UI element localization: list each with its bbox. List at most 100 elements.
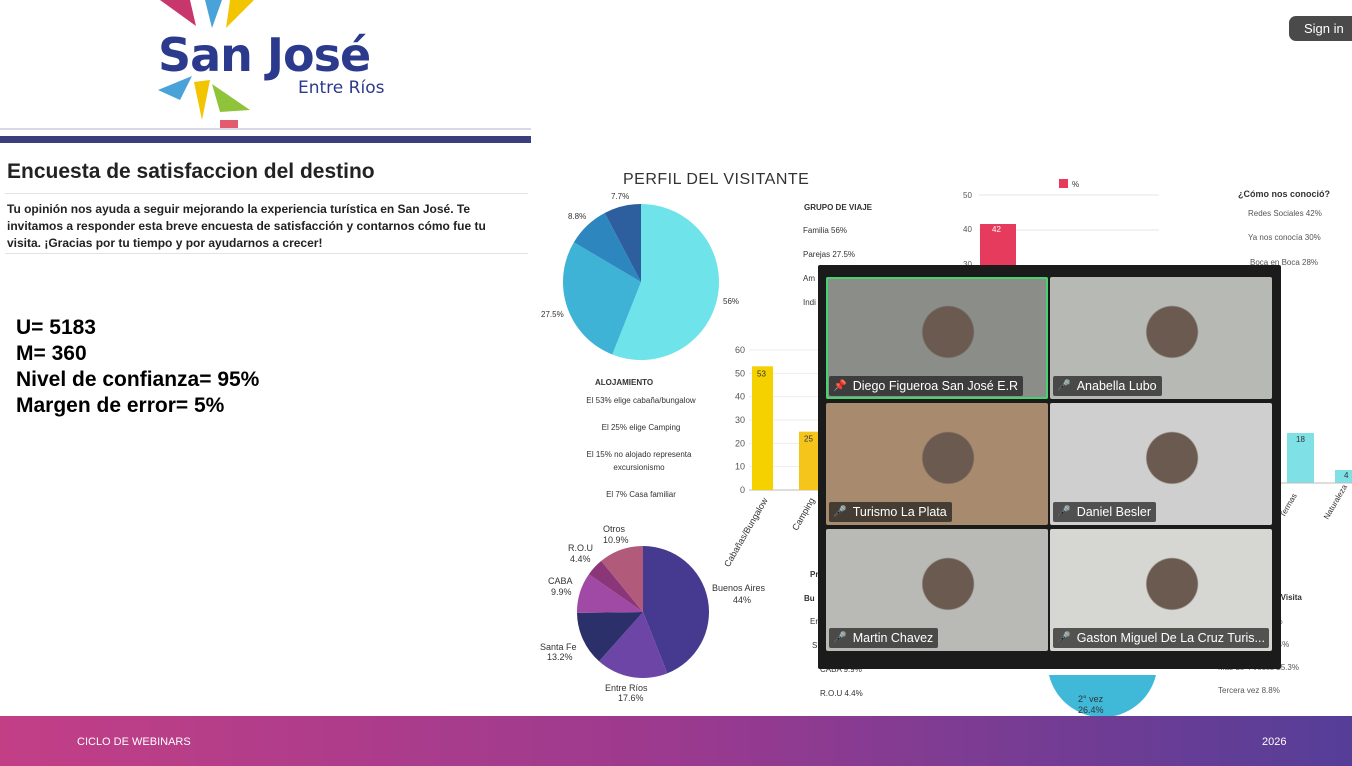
mic-muted-icon: 🎤 bbox=[1057, 632, 1071, 644]
pie2-label: 10.9% bbox=[603, 535, 629, 545]
divider bbox=[0, 128, 531, 130]
y-tick: 30 bbox=[735, 415, 745, 425]
pie2-label: Buenos Aires bbox=[712, 583, 766, 593]
alojamiento-line: El 25% elige Camping bbox=[602, 423, 681, 432]
pie2-label: Santa Fe bbox=[540, 642, 577, 652]
stat-sample: M= 360 bbox=[16, 342, 87, 365]
pie1-label: 8.8% bbox=[568, 212, 586, 221]
y-tick: 20 bbox=[735, 438, 745, 448]
como-conocio-item: Redes Sociales 42% bbox=[1248, 209, 1322, 218]
sign-in-button[interactable]: Sign in bbox=[1289, 16, 1352, 41]
survey-description: Tu opinión nos ayuda a seguir mejorando … bbox=[7, 202, 486, 250]
stat-margin: Margen de error= 5% bbox=[16, 394, 225, 417]
y-tick: 60 bbox=[735, 345, 745, 355]
bar-value-label: 53 bbox=[757, 369, 766, 378]
pie2-label: Otros bbox=[603, 524, 626, 534]
participant-name: Turismo La Plata bbox=[852, 505, 947, 519]
mic-muted-icon: 🎤 bbox=[1057, 380, 1071, 392]
participant-name: Diego Figueroa San José E.R bbox=[852, 379, 1019, 393]
participant-caption: 🎤 Anabella Lubo bbox=[1053, 376, 1162, 396]
pie1-label: 27.5% bbox=[541, 310, 564, 319]
y-tick: 40 bbox=[735, 392, 745, 402]
grupo-item: Familia 56% bbox=[803, 226, 847, 235]
pie-procedencia bbox=[577, 546, 709, 678]
procedencia-item: S bbox=[812, 641, 817, 650]
bar-termas-label: 18 bbox=[1296, 435, 1305, 444]
procedencia-item: R.O.U 4.4% bbox=[820, 689, 863, 698]
bar-cat-label: Naturaleza bbox=[1322, 483, 1349, 521]
bar-naturaleza-label: 4 bbox=[1344, 471, 1349, 480]
participant-caption: 🎤 Daniel Besler bbox=[1053, 502, 1157, 522]
participant-name: Daniel Besler bbox=[1076, 505, 1152, 519]
participant-name: Martin Chavez bbox=[852, 631, 934, 645]
y-tick: 50 bbox=[735, 368, 745, 378]
mic-muted-icon: 🎤 bbox=[1057, 506, 1071, 518]
participant-tile[interactable]: 📌 Diego Figueroa San José E.R bbox=[826, 277, 1048, 399]
grupo-title: GRUPO DE VIAJE bbox=[804, 203, 873, 212]
visita-pie-label: 2° vez bbox=[1078, 694, 1104, 704]
header-band bbox=[0, 136, 531, 143]
participant-tile[interactable]: 🎤 Martin Chavez bbox=[826, 529, 1048, 651]
participant-name: Gaston Miguel De La Cruz Turis... bbox=[1076, 631, 1265, 645]
pin-icon: 📌 bbox=[833, 380, 847, 392]
grupo-item: Am bbox=[803, 274, 815, 283]
legend-label: % bbox=[1072, 180, 1079, 189]
screen: San José Entre Ríos Encuesta de satisfac… bbox=[0, 0, 1352, 766]
alojamiento-line: excursionismo bbox=[613, 463, 665, 472]
footer-left-text: CICLO DE WEBINARS bbox=[77, 736, 191, 748]
y-tick: 10 bbox=[735, 462, 745, 472]
como-conocio-item: Ya nos conocía 30% bbox=[1248, 233, 1321, 242]
participant-caption: 🎤 Martin Chavez bbox=[829, 628, 939, 648]
alojamiento-line: El 7% Casa familiar bbox=[606, 490, 676, 499]
participant-tile[interactable]: 🎤 Anabella Lubo bbox=[1050, 277, 1272, 399]
bar-cat-label: Termas bbox=[1278, 492, 1299, 519]
participant-tile[interactable]: 🎤 Gaston Miguel De La Cruz Turis... bbox=[1050, 529, 1272, 651]
participant-tile[interactable]: 🎤 Daniel Besler bbox=[1050, 403, 1272, 525]
stat-universe: U= 5183 bbox=[16, 316, 96, 339]
divider bbox=[5, 253, 528, 254]
survey-stats: U= 5183 M= 360 Nivel de confianza= 95% M… bbox=[16, 315, 259, 419]
pie2-label: 9.9% bbox=[551, 587, 572, 597]
pie2-label: CABA bbox=[548, 576, 573, 586]
bar-category-label: Cabañas/Bungalow bbox=[722, 496, 770, 569]
alojamiento-title: ALOJAMIENTO bbox=[595, 378, 653, 387]
video-gallery: 📌 Diego Figueroa San José E.R 🎤 Anabella Lu… bbox=[818, 265, 1281, 669]
grupo-item: Indi bbox=[803, 298, 816, 307]
pie1-label: 56% bbox=[723, 297, 739, 306]
y-tick: 40 bbox=[963, 225, 972, 234]
participant-caption: 📌 Diego Figueroa San José E.R bbox=[829, 376, 1024, 396]
slide-title: PERFIL DEL VISITANTE bbox=[623, 171, 809, 188]
brand-title: San José bbox=[158, 28, 371, 82]
y-tick: 50 bbox=[963, 191, 972, 200]
como-conocio-title: ¿Cómo nos conoció? bbox=[1238, 189, 1330, 199]
pie2-label: Entre Ríos bbox=[605, 683, 648, 693]
footer-year: 2026 bbox=[1262, 736, 1287, 748]
procedencia-item: Bu bbox=[804, 594, 815, 603]
pie2-label: 4.4% bbox=[570, 554, 591, 564]
mic-muted-icon: 🎤 bbox=[833, 506, 847, 518]
legend-swatch bbox=[1059, 179, 1068, 188]
pie-grupo-viaje bbox=[563, 204, 719, 360]
pie2-label: R.O.U bbox=[568, 543, 593, 553]
mic-muted-icon: 🎤 bbox=[833, 632, 847, 644]
bar-value-label: 25 bbox=[804, 435, 813, 444]
participant-tile[interactable]: 🎤 Turismo La Plata bbox=[826, 403, 1048, 525]
participant-name: Anabella Lubo bbox=[1076, 379, 1157, 393]
y-tick: 0 bbox=[740, 485, 745, 495]
footer-band: CICLO DE WEBINARS 2026 bbox=[0, 716, 1352, 766]
bar-category-label: Camping bbox=[790, 496, 817, 532]
pie2-label: 17.6% bbox=[618, 693, 644, 703]
pie2-label: 44% bbox=[733, 595, 751, 605]
participant-caption: 🎤 Turismo La Plata bbox=[829, 502, 952, 522]
pie2-label: 13.2% bbox=[547, 652, 573, 662]
survey-title: Encuesta de satisfaccion del destino bbox=[7, 160, 375, 183]
stat-confidence: Nivel de confianza= 95% bbox=[16, 368, 260, 391]
visita-pie-value: 26.4% bbox=[1078, 705, 1104, 715]
bar-alojamiento: 60 50 40 30 20 10 0 53 Cabañas/Bungalow 25 Camping bbox=[722, 345, 820, 569]
alojamiento-line: El 53% elige cabaña/bungalow bbox=[586, 396, 696, 405]
grupo-item: Parejas 27.5% bbox=[803, 250, 855, 259]
participant-caption: 🎤 Gaston Miguel De La Cruz Turis... bbox=[1053, 628, 1269, 648]
alojamiento-line: El 15% no alojado representa bbox=[587, 450, 693, 459]
pie1-label: 7.7% bbox=[611, 192, 629, 201]
divider bbox=[5, 193, 528, 194]
